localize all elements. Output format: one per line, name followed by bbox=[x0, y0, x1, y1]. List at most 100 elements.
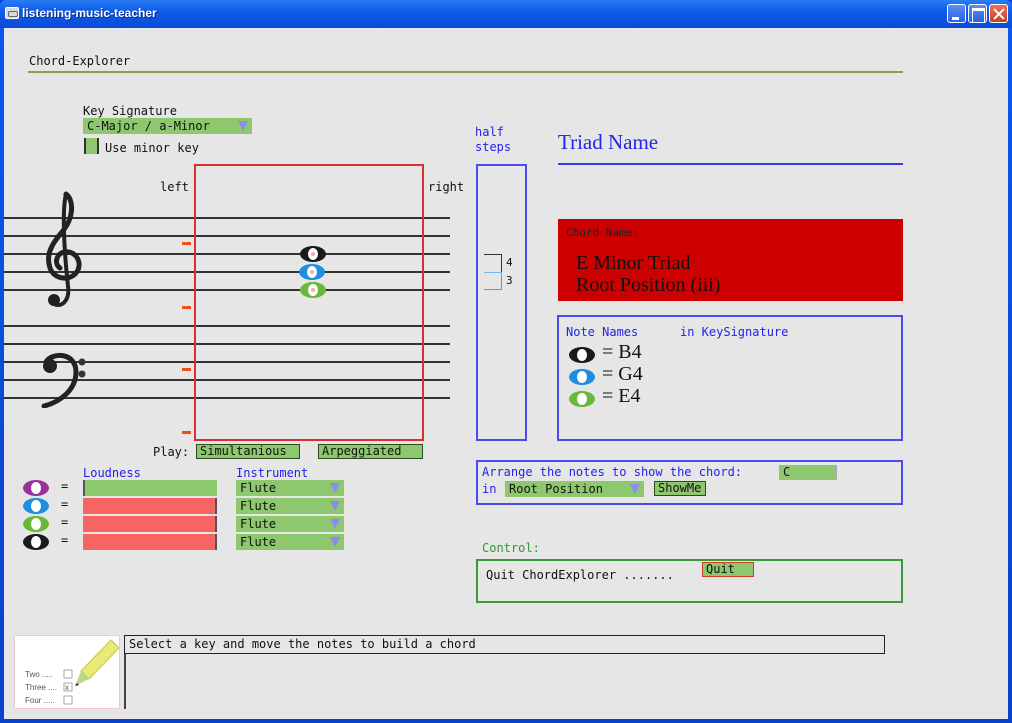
arpeggiated-button[interactable]: Arpeggiated bbox=[318, 444, 423, 459]
loudness-fill bbox=[83, 480, 85, 496]
instrument-value: Flute bbox=[240, 517, 277, 531]
play-label: Play: bbox=[153, 445, 190, 459]
loudness-slider-blue[interactable] bbox=[83, 498, 217, 514]
instrument-value: Flute bbox=[240, 499, 277, 513]
left-label: left bbox=[160, 180, 189, 194]
key-signature-label: Key Signature bbox=[83, 104, 177, 118]
chevron-down-icon bbox=[330, 519, 340, 529]
chord-name-line2: Root Position (iii) bbox=[576, 274, 721, 296]
half-steps-label-line2: steps bbox=[475, 140, 512, 154]
minor-key-label: Use minor key bbox=[105, 141, 199, 155]
note-icon-black bbox=[23, 534, 49, 550]
ledger-marker bbox=[182, 306, 191, 309]
chord-input[interactable]: C bbox=[779, 465, 837, 480]
quit-button[interactable]: Quit bbox=[702, 562, 754, 577]
loudness-slider-purple[interactable] bbox=[83, 480, 217, 496]
title-bar[interactable]: listening-music-teacher bbox=[0, 0, 1012, 28]
note-icon-green bbox=[23, 516, 49, 532]
ledger-marker bbox=[182, 368, 191, 371]
chevron-down-icon bbox=[238, 121, 248, 131]
loudness-fill bbox=[83, 516, 217, 532]
note-icon-blue bbox=[569, 369, 595, 385]
note-name-value: = B4 bbox=[602, 341, 642, 363]
equals-sign: = bbox=[61, 515, 69, 529]
chevron-down-icon bbox=[330, 501, 340, 511]
maximize-button[interactable] bbox=[968, 4, 987, 23]
arrange-prompt: Arrange the notes to show the chord: bbox=[482, 465, 743, 479]
instrument-value: Flute bbox=[240, 535, 277, 549]
interval-upper: 4 bbox=[506, 256, 513, 269]
half-steps-panel: 4 3 bbox=[476, 164, 527, 441]
minor-key-checkbox[interactable] bbox=[84, 138, 99, 154]
simultaneous-button[interactable]: Simultanious bbox=[196, 444, 300, 459]
status-message: Select a key and move the notes to build… bbox=[124, 635, 885, 654]
svg-text:Four .....: Four ..... bbox=[25, 696, 55, 705]
minimize-button[interactable] bbox=[947, 4, 966, 23]
note-names-header: Note Names bbox=[566, 325, 639, 339]
loudness-slider-green[interactable] bbox=[83, 516, 217, 532]
status-area-border bbox=[124, 654, 126, 709]
chevron-down-icon bbox=[330, 483, 340, 493]
page-title: Chord-Explorer bbox=[29, 54, 131, 68]
instrument-select-purple[interactable]: Flute bbox=[236, 480, 344, 496]
interval-bracket-upper bbox=[484, 254, 502, 272]
note-name-value: = E4 bbox=[602, 385, 641, 407]
loudness-slider-black[interactable] bbox=[83, 534, 217, 550]
svg-text:Three ....: Three .... bbox=[25, 683, 57, 692]
note-icon-green bbox=[569, 391, 595, 407]
app-logo: Two ..... Three .... x Four ..... bbox=[14, 635, 120, 709]
app-window: listening-music-teacher Chord-Explorer K… bbox=[0, 0, 1012, 723]
chord-name-line1: E Minor Triad bbox=[576, 252, 691, 274]
note-icon-purple bbox=[23, 480, 49, 496]
instrument-select-blue[interactable]: Flute bbox=[236, 498, 344, 514]
note-blue[interactable] bbox=[299, 264, 325, 280]
svg-text:Two .....: Two ..... bbox=[25, 670, 53, 679]
note-icon-blue bbox=[23, 498, 49, 514]
equals-sign: = bbox=[61, 533, 69, 547]
equals-sign: = bbox=[61, 479, 69, 493]
instrument-select-green[interactable]: Flute bbox=[236, 516, 344, 532]
position-select[interactable]: Root Position bbox=[505, 481, 644, 497]
chevron-down-icon bbox=[630, 484, 640, 494]
position-value: Root Position bbox=[509, 482, 603, 496]
interval-bracket-lower bbox=[484, 273, 502, 290]
chord-name-label: Chord Name: bbox=[566, 226, 639, 239]
ledger-marker bbox=[182, 431, 191, 434]
instrument-value: Flute bbox=[240, 481, 277, 495]
note-placement-area[interactable] bbox=[194, 164, 424, 441]
key-signature-value: C-Major / a-Minor bbox=[87, 119, 210, 133]
svg-text:x: x bbox=[65, 683, 69, 692]
close-button[interactable] bbox=[989, 4, 1008, 23]
control-panel: Quit ChordExplorer ....... Quit bbox=[476, 559, 903, 603]
treble-clef-icon bbox=[46, 191, 82, 307]
loudness-fill bbox=[83, 498, 217, 514]
header-divider bbox=[28, 71, 903, 73]
note-black[interactable] bbox=[300, 246, 326, 262]
triad-name-title: Triad Name bbox=[558, 130, 659, 154]
arrange-in-label: in bbox=[482, 482, 497, 496]
showme-button[interactable]: ShowMe bbox=[654, 481, 706, 496]
instrument-header: Instrument bbox=[236, 466, 309, 480]
loudness-header: Loudness bbox=[83, 466, 141, 480]
window-title: listening-music-teacher bbox=[22, 6, 157, 20]
loudness-fill bbox=[83, 534, 217, 550]
right-label: right bbox=[428, 180, 465, 194]
note-icon-black bbox=[569, 347, 595, 363]
note-green[interactable] bbox=[300, 282, 326, 298]
control-label: Control: bbox=[482, 541, 540, 555]
pencil-checklist-icon: Two ..... Three .... x Four ..... bbox=[25, 639, 120, 705]
interval-lower: 3 bbox=[506, 274, 513, 287]
half-steps-label: half steps bbox=[475, 125, 511, 155]
chord-name-panel: Chord Name: E Minor Triad Root Position … bbox=[558, 219, 903, 301]
key-signature-select[interactable]: C-Major / a-Minor bbox=[83, 118, 252, 134]
ledger-marker bbox=[182, 242, 191, 245]
note-names-panel: Note Names in KeySignature = B4 = G4 = E… bbox=[557, 315, 903, 441]
arrange-panel: Arrange the notes to show the chord: C i… bbox=[476, 460, 903, 505]
note-name-value: = G4 bbox=[602, 363, 643, 385]
triad-divider bbox=[558, 163, 903, 165]
instrument-select-black[interactable]: Flute bbox=[236, 534, 344, 550]
bass-clef-icon bbox=[41, 352, 86, 408]
quit-text: Quit ChordExplorer ....... bbox=[486, 568, 674, 582]
key-signature-header: in KeySignature bbox=[680, 325, 789, 339]
equals-sign: = bbox=[61, 497, 69, 511]
